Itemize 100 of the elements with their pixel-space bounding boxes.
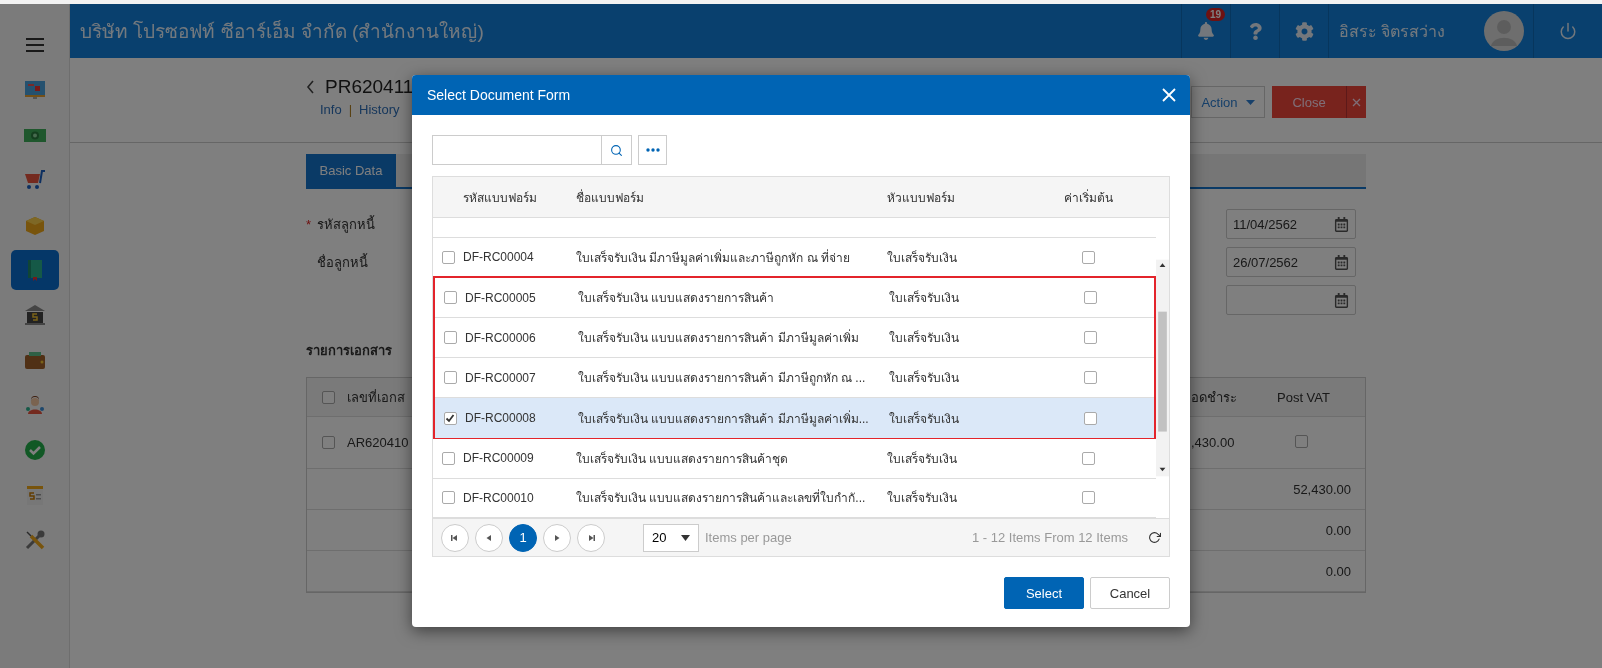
page-size-select[interactable]: 20 (643, 523, 699, 552)
table-cell-text: ใบเสร็จรับเงิน แบบแสดงรายการสินค้าชุด (576, 450, 790, 468)
table-cell-text: AR620410 (347, 435, 410, 450)
dialog-button[interactable]: Cancel (1090, 577, 1170, 609)
total-amount: 0.00 (1325, 522, 1351, 538)
close-icon (1352, 97, 1361, 107)
field-label: รหัสลูกหนี้ (317, 214, 375, 235)
checkbox[interactable] (322, 390, 335, 404)
table-cell-text: DF-RC00009 (463, 451, 535, 466)
column-header: เลขที่เอกส (347, 388, 406, 407)
checkbox[interactable] (443, 371, 457, 385)
close-button[interactable] (1162, 88, 1176, 102)
back-icon[interactable] (306, 80, 315, 94)
checkbox[interactable] (1295, 434, 1308, 448)
field-label: ชื่อลูกหนี้ (317, 252, 368, 273)
bell-icon (1197, 22, 1215, 40)
nav-link[interactable]: History (359, 102, 400, 117)
checkbox[interactable] (443, 411, 457, 425)
date-field[interactable]: 11/04/2562 (1226, 209, 1356, 239)
table-row[interactable]: DF-RC00008 ใบเสร็จรับเงิน แบบแสดงรายการสินค้า มีภาษีมูลค่าเพิ่ม... ใบเสร็จรับเงิน (435, 398, 1154, 439)
search-field[interactable] (432, 135, 632, 165)
nav-link[interactable]: Info (320, 102, 342, 117)
next-icon (552, 532, 562, 543)
checkbox[interactable] (1084, 291, 1097, 305)
total-amount: 0.00 (1325, 563, 1351, 579)
previous-page-button[interactable] (475, 523, 503, 552)
checkbox[interactable] (322, 436, 335, 449)
table-cell-text: ใบเสร็จรับเงิน (889, 369, 960, 388)
table-cell-text: ใบเสร็จรับเงิน มีภาษีมูลค่าเพิ่มและภาษีถูกหัก ณ ที่จ่าย (576, 248, 851, 267)
checkbox[interactable] (1082, 250, 1095, 264)
total-amount: 52,430.00 (1293, 481, 1351, 497)
first-page-button[interactable] (441, 523, 469, 552)
checkbox[interactable] (1082, 452, 1095, 465)
bank-dollar-icon (22, 303, 47, 327)
checkbox[interactable] (443, 291, 457, 305)
more-button[interactable] (638, 135, 667, 165)
search-icon (610, 143, 623, 157)
notification-badge: 19 (1206, 8, 1226, 21)
column-header: Post VAT (1276, 389, 1331, 405)
page-button[interactable]: 1 (509, 523, 537, 552)
checkbox[interactable] (1084, 371, 1097, 385)
close-x-button[interactable] (1346, 86, 1366, 118)
checkbox[interactable] (1084, 411, 1097, 425)
table-cell-text: DF-RC00006 (465, 330, 537, 345)
calendar-icon[interactable] (1334, 254, 1349, 270)
checkbox[interactable] (441, 452, 455, 465)
dialog-button[interactable]: Select (1004, 577, 1084, 609)
close-icon (1162, 88, 1176, 102)
last-page-button[interactable] (577, 523, 605, 552)
document-title: PR620411 (325, 76, 414, 98)
more-icon (645, 148, 660, 152)
table-cell-text: DF-RC00007 (465, 370, 537, 385)
table-cell-text: ใบเสร็จรับเงิน แบบแสดงรายการสินค้า มีภาษีมูลค่าเพิ่ม... (578, 409, 870, 428)
next-page-button[interactable] (543, 523, 571, 552)
caret-icon (681, 534, 690, 541)
table-cell-text: ใบเสร็จรับเงิน แบบแสดงรายการสินค้า (578, 289, 776, 308)
dialog-title: Select Document Form (427, 87, 571, 103)
checkbox[interactable] (443, 331, 457, 345)
refresh-icon[interactable] (1148, 531, 1161, 544)
page-size-label: Items per page (705, 530, 792, 545)
date-field[interactable]: 26/07/2562 (1226, 247, 1356, 277)
first-page-icon (450, 532, 460, 543)
checkbox[interactable] (441, 491, 455, 505)
checkbox[interactable] (1082, 491, 1095, 505)
sidebar-item[interactable] (10, 250, 59, 290)
table-cell-text: DF-RC00005 (465, 290, 537, 305)
checkbox[interactable] (1084, 331, 1097, 345)
table-cell-text: ใบเสร็จรับเงิน (887, 450, 958, 468)
avatar-icon[interactable] (1484, 11, 1524, 51)
previous-icon (484, 532, 494, 543)
section-title: รายการเอกสาร (306, 342, 393, 360)
table-cell-text: ใบเสร็จรับเงิน (889, 329, 960, 348)
table-cell-text: ใบเสร็จรับเงิน (887, 249, 958, 267)
date-field[interactable] (1226, 285, 1356, 315)
caret-icon (1245, 99, 1255, 105)
table-cell-text: DF-RC00004 (463, 250, 535, 265)
table-cell-text: ,430.00 (1191, 435, 1236, 450)
notifications-button[interactable]: 19 (1181, 4, 1230, 58)
calendar-icon[interactable] (1334, 292, 1349, 308)
shopping-cart-icon (22, 168, 47, 192)
column-header: ค่าเริ่มต้น (1063, 188, 1114, 207)
column-header: หัวแบบฟอร์ม (887, 189, 956, 207)
link-separator: | (348, 102, 353, 117)
table-cell-text: ใบเสร็จรับเงิน แบบแสดงรายการสินค้าและเลขที่ใบกำกั... (576, 488, 867, 508)
table-row[interactable]: DF-RC00009 ใบเสร็จรับเงิน แบบแสดงรายการสินค้าชุด ใบเสร็จรับเงิน (433, 439, 1156, 479)
table-cell-text: ใบเสร็จรับเงิน (887, 489, 958, 508)
check-circle-icon (22, 438, 47, 462)
last-page-icon (586, 532, 596, 543)
company-name: บริษัท โปรซอฟท์ ซีอาร์เอ็ม จำกัด (สำนักงานใหญ่) (79, 19, 485, 44)
table-cell-text: ใบเสร็จรับเงิน แบบแสดงรายการสินค้า มีภาษีถูกหัก ณ ... (578, 369, 867, 388)
calendar-icon[interactable] (1334, 216, 1349, 232)
table-cell-text: DF-RC00008 (465, 411, 537, 426)
column-header: รหัสแบบฟอร์ม (463, 189, 538, 207)
menu-icon[interactable] (25, 38, 44, 52)
table-cell-text: ใบเสร็จรับเงิน แบบแสดงรายการสินค้า มีภาษีมูลค่าเพิ่ม (578, 328, 860, 348)
monitor-chart-icon (22, 78, 47, 102)
pager-summary: 1 - 12 Items From 12 Items (971, 530, 1128, 545)
power-icon (1559, 22, 1577, 40)
column-header: อดชำระ (1191, 388, 1238, 407)
checkbox[interactable] (441, 250, 455, 264)
